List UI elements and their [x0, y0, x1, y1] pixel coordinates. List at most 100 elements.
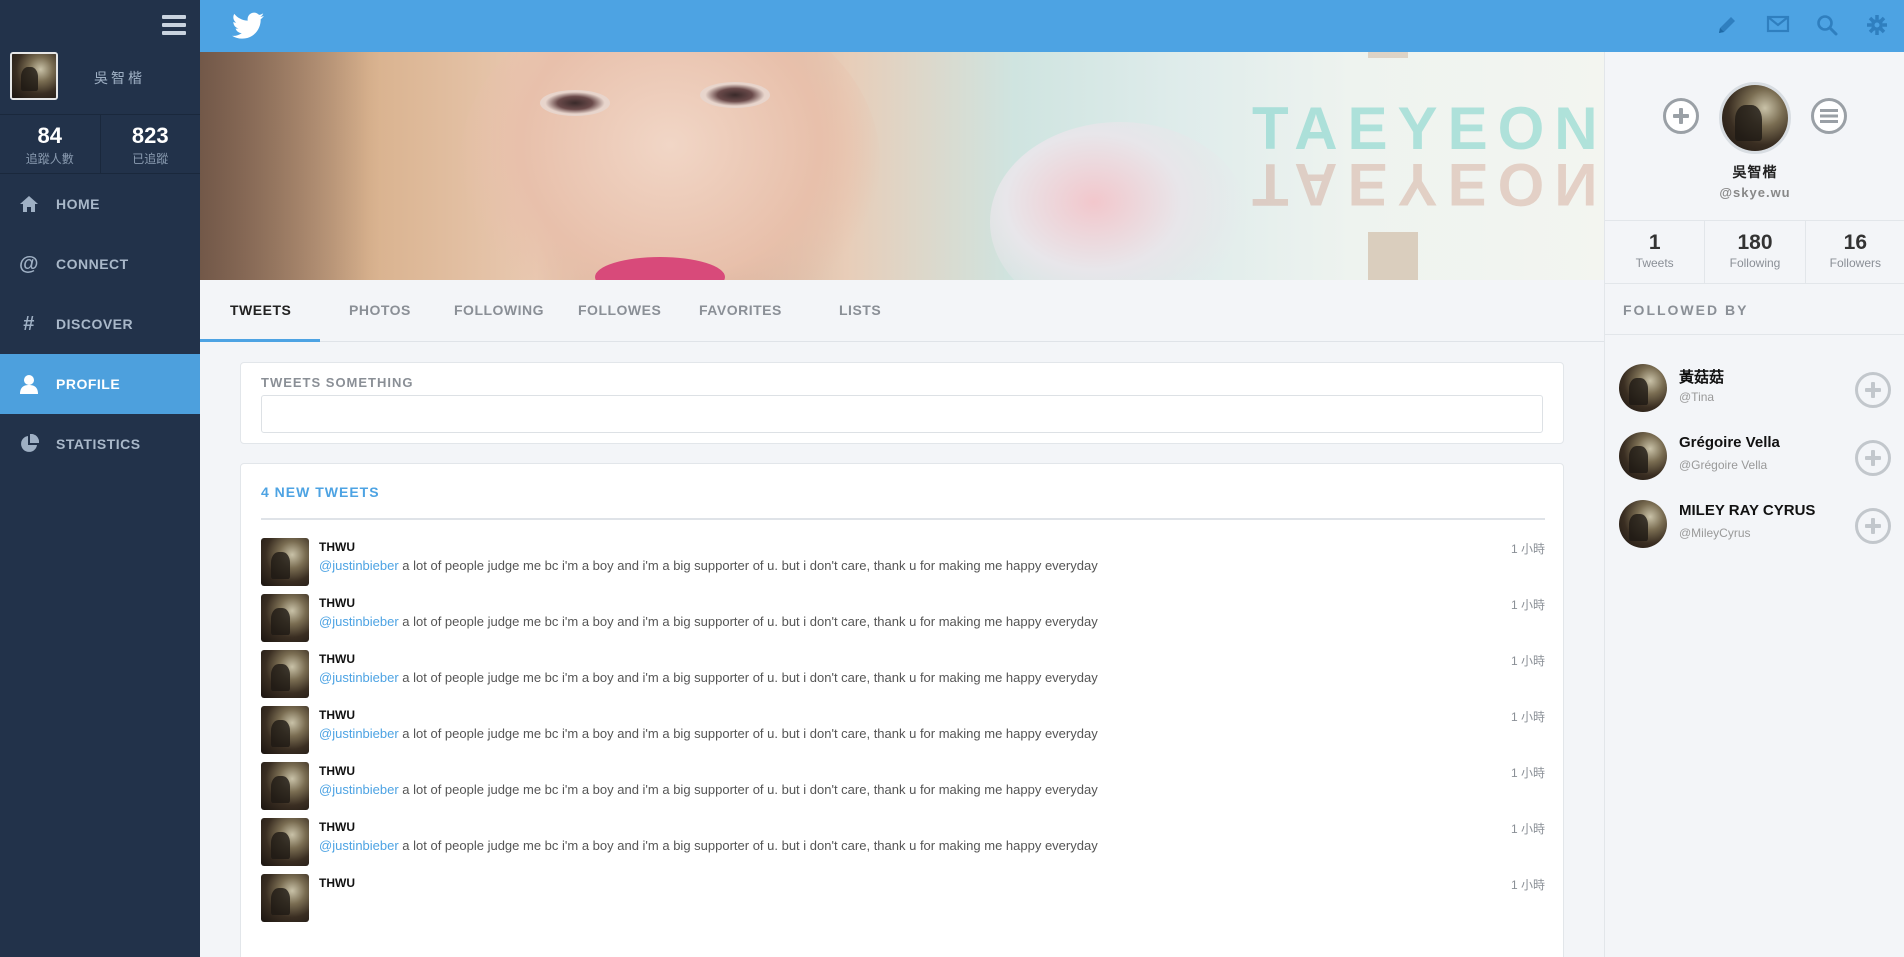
gear-icon[interactable]: [1866, 14, 1890, 38]
tweet-mention[interactable]: @justinbieber: [319, 782, 399, 797]
tweet-mention[interactable]: @justinbieber: [319, 670, 399, 685]
avatar[interactable]: [261, 706, 309, 754]
avatar[interactable]: [261, 818, 309, 866]
follow-button[interactable]: [1855, 508, 1891, 544]
follower-name[interactable]: 黃菇菇: [1679, 366, 1724, 387]
banner-face: [460, 52, 880, 280]
avatar[interactable]: [261, 594, 309, 642]
list-item[interactable]: THWU 1 小時: [261, 874, 1545, 930]
avatar[interactable]: [10, 52, 58, 100]
tab-followes[interactable]: FOLLOWES: [578, 280, 661, 342]
compose-input[interactable]: [261, 395, 1543, 433]
sidebar-stat-following[interactable]: 823 已追蹤: [99, 115, 201, 173]
tweet-mention[interactable]: @justinbieber: [319, 558, 399, 573]
sidebar-stats: 84 追蹤人數 823 已追蹤: [0, 115, 200, 174]
banner-hair: [200, 52, 380, 280]
pencil-icon[interactable]: [1716, 14, 1740, 38]
tab-lists[interactable]: LISTS: [839, 280, 881, 342]
follower-handle: @Grégoire Vella: [1679, 458, 1768, 472]
active-tab-indicator: [200, 339, 320, 342]
tweet-body: a lot of people judge me bc i'm a boy an…: [398, 670, 1098, 685]
banner-eye-right: [700, 82, 770, 108]
list-item[interactable]: THWU @justinbieber a lot of people judge…: [261, 538, 1545, 594]
avatar[interactable]: [261, 874, 309, 922]
sidebar-item-label: STATISTICS: [56, 436, 141, 452]
sidebar-item-connect[interactable]: @ CONNECT: [0, 234, 200, 294]
avatar[interactable]: [1619, 432, 1667, 480]
follow-button[interactable]: [1663, 98, 1699, 134]
pie-chart-icon: [18, 433, 40, 455]
section-divider: [1605, 334, 1904, 335]
follower-item[interactable]: Grégoire Vella @Grégoire Vella: [1619, 432, 1891, 484]
tweet-user[interactable]: THWU: [319, 820, 355, 834]
tweet-text: @justinbieber a lot of people judge me b…: [319, 782, 1098, 797]
tweet-mention[interactable]: @justinbieber: [319, 614, 399, 629]
tweet-time: 1 小時: [1510, 710, 1545, 724]
menu-lines-icon: [1820, 109, 1838, 123]
tweet-user[interactable]: THWU: [319, 596, 355, 610]
list-item[interactable]: THWU @justinbieber a lot of people judge…: [261, 762, 1545, 818]
avatar[interactable]: [1719, 82, 1791, 154]
tab-favorites[interactable]: FAVORITES: [699, 280, 782, 342]
at-icon: @: [18, 252, 39, 275]
tab-following[interactable]: FOLLOWING: [454, 280, 544, 342]
profile-stat-followers[interactable]: 16 Followers: [1804, 221, 1904, 283]
tweet-time: 1 小時: [1510, 654, 1545, 668]
tab-photos[interactable]: PHOTOS: [349, 280, 411, 342]
profile-stat-following[interactable]: 180 Following: [1704, 221, 1804, 283]
tab-tweets[interactable]: TWEETS: [230, 280, 291, 342]
sidebar-item-statistics[interactable]: STATISTICS: [0, 414, 200, 474]
avatar[interactable]: [261, 762, 309, 810]
profile-tabs: TWEETS PHOTOS FOLLOWING FOLLOWES FAVORIT…: [200, 280, 1604, 342]
search-icon[interactable]: [1816, 14, 1840, 38]
tweet-mention[interactable]: @justinbieber: [319, 726, 399, 741]
follower-name[interactable]: Grégoire Vella: [1679, 434, 1780, 451]
list-item[interactable]: THWU @justinbieber a lot of people judge…: [261, 818, 1545, 874]
top-bar: [200, 0, 1904, 52]
follower-name[interactable]: MILEY RAY CYRUS: [1679, 502, 1815, 519]
sidebar-item-label: CONNECT: [56, 256, 129, 272]
tweet-user[interactable]: THWU: [319, 540, 355, 554]
hamburger-menu-icon[interactable]: [162, 15, 186, 35]
tweet-user[interactable]: THWU: [319, 652, 355, 666]
sidebar-user-header: 吳智楷: [0, 0, 200, 115]
list-item[interactable]: THWU @justinbieber a lot of people judge…: [261, 650, 1545, 706]
profile-stats: 1 Tweets 180 Following 16 Followers: [1605, 220, 1904, 284]
stat-value: 84: [37, 123, 62, 148]
tweet-body: a lot of people judge me bc i'm a boy an…: [398, 726, 1098, 741]
tweet-mention[interactable]: @justinbieber: [319, 838, 399, 853]
follow-button[interactable]: [1855, 440, 1891, 476]
sidebar-item-label: PROFILE: [56, 376, 121, 392]
profile-menu-button[interactable]: [1811, 98, 1847, 134]
right-sidebar: 吳智楷 @skye.wu 1 Tweets 180 Following 16 F…: [1604, 52, 1904, 957]
tweet-user[interactable]: THWU: [319, 764, 355, 778]
stat-value: 16: [1843, 231, 1867, 254]
avatar[interactable]: [261, 650, 309, 698]
tweet-time: 1 小時: [1510, 878, 1545, 892]
tweet-user[interactable]: THWU: [319, 876, 355, 890]
avatar[interactable]: [1619, 500, 1667, 548]
sidebar-stat-followers[interactable]: 84 追蹤人數: [0, 115, 100, 173]
sidebar-item-home[interactable]: HOME: [0, 174, 200, 234]
avatar[interactable]: [261, 538, 309, 586]
list-item[interactable]: THWU @justinbieber a lot of people judge…: [261, 706, 1545, 762]
tweet-text: @justinbieber a lot of people judge me b…: [319, 726, 1098, 741]
sidebar-item-discover[interactable]: # DISCOVER: [0, 294, 200, 354]
stat-label: Following: [1729, 256, 1781, 270]
profile-stat-tweets[interactable]: 1 Tweets: [1605, 221, 1704, 283]
plus-icon: [1673, 108, 1689, 124]
avatar[interactable]: [1619, 364, 1667, 412]
compose-card: TWEETS SOMETHING: [240, 362, 1564, 444]
follower-item[interactable]: MILEY RAY CYRUS @MileyCyrus: [1619, 500, 1891, 552]
profile-handle: @skye.wu: [1719, 185, 1791, 200]
new-tweets-link[interactable]: 4 NEW TWEETS: [261, 484, 380, 500]
list-item[interactable]: THWU @justinbieber a lot of people judge…: [261, 594, 1545, 650]
tweet-text: @justinbieber a lot of people judge me b…: [319, 614, 1098, 629]
twitter-bird-icon[interactable]: [232, 12, 264, 40]
mail-icon[interactable]: [1766, 14, 1790, 38]
sidebar-item-profile[interactable]: PROFILE: [0, 354, 200, 414]
tweet-feed: 4 NEW TWEETS THWU @justinbieber a lot of…: [240, 463, 1564, 957]
follower-item[interactable]: 黃菇菇 @Tina: [1619, 364, 1891, 416]
tweet-user[interactable]: THWU: [319, 708, 355, 722]
follow-button[interactable]: [1855, 372, 1891, 408]
